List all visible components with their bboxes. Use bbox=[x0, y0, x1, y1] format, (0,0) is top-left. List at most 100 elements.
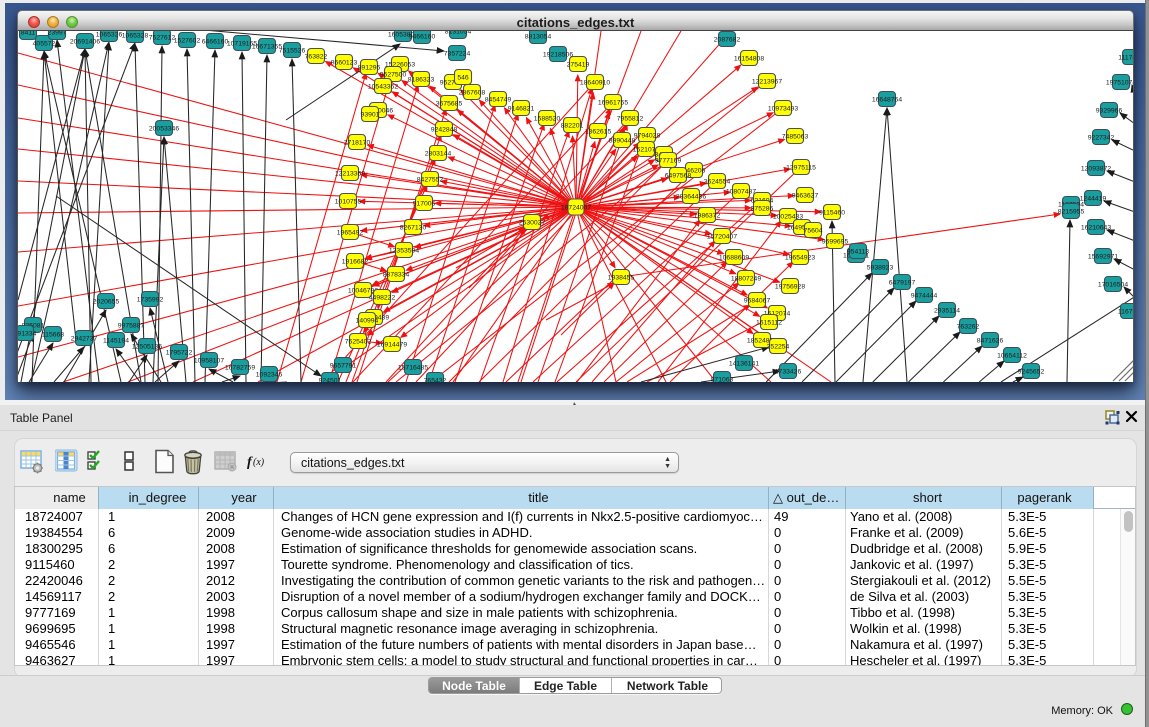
svg-text:1010755: 1010755 bbox=[335, 199, 362, 206]
svg-text:1615112: 1615112 bbox=[756, 320, 782, 327]
svg-text:3624554: 3624554 bbox=[704, 179, 731, 186]
svg-text:9463627: 9463627 bbox=[792, 193, 819, 200]
svg-text:20691406: 20691406 bbox=[70, 39, 100, 46]
svg-text:275419: 275419 bbox=[567, 62, 590, 69]
svg-text:16671355: 16671355 bbox=[252, 44, 282, 51]
svg-text:2935114: 2935114 bbox=[934, 308, 960, 315]
svg-text:20053346: 20053346 bbox=[149, 126, 179, 133]
svg-text:9474444: 9474444 bbox=[911, 293, 938, 300]
svg-text:16210643: 16210643 bbox=[1081, 225, 1111, 232]
svg-text:6479197: 6479197 bbox=[889, 280, 916, 287]
svg-text:871063: 871063 bbox=[711, 377, 734, 383]
svg-text:19756928: 19756928 bbox=[775, 284, 805, 291]
svg-text:9794028: 9794028 bbox=[634, 133, 661, 140]
svg-text:75604: 75604 bbox=[804, 228, 823, 235]
svg-text:19218506: 19218506 bbox=[543, 52, 573, 59]
svg-text:7515526: 7515526 bbox=[279, 48, 306, 55]
svg-text:1965492: 1965492 bbox=[337, 230, 364, 237]
svg-text:2942737: 2942737 bbox=[71, 336, 98, 343]
svg-text:8471626: 8471626 bbox=[977, 338, 1004, 345]
svg-text:10688609: 10688609 bbox=[719, 255, 749, 262]
svg-text:8411: 8411 bbox=[21, 31, 36, 37]
svg-text:15720407: 15720407 bbox=[707, 234, 737, 241]
svg-text:7357224: 7357224 bbox=[444, 51, 471, 58]
svg-text:1527602: 1527602 bbox=[174, 38, 201, 45]
svg-text:7527612: 7527612 bbox=[149, 35, 176, 42]
svg-text:10654112: 10654112 bbox=[997, 353, 1027, 360]
svg-text:1735992: 1735992 bbox=[137, 297, 164, 304]
svg-text:10973493: 10973493 bbox=[768, 106, 798, 113]
svg-text:9245652: 9245652 bbox=[1018, 369, 1045, 376]
svg-text:16648764: 16648764 bbox=[872, 97, 902, 104]
svg-text:7986372: 7986372 bbox=[694, 213, 721, 220]
svg-text:10543362: 10543362 bbox=[368, 84, 398, 91]
svg-text:882201: 882201 bbox=[561, 123, 584, 130]
svg-text:1795722: 1795722 bbox=[166, 350, 193, 357]
svg-text:8878334: 8878334 bbox=[383, 272, 410, 279]
svg-text:115668: 115668 bbox=[42, 332, 64, 339]
svg-text:140994: 140994 bbox=[356, 318, 379, 325]
svg-text:14136141: 14136141 bbox=[729, 361, 759, 368]
svg-text:19751074: 19751074 bbox=[1106, 80, 1134, 87]
svg-text:1362615: 1362615 bbox=[585, 129, 612, 136]
svg-text:12505135: 12505135 bbox=[132, 344, 162, 351]
svg-text:391334: 391334 bbox=[18, 331, 37, 338]
svg-text:(x): (x) bbox=[253, 457, 265, 468]
svg-text:12213967: 12213967 bbox=[752, 79, 782, 86]
svg-text:4498222: 4498222 bbox=[369, 295, 396, 302]
svg-text:8267130: 8267130 bbox=[400, 225, 427, 232]
svg-text:9242848: 9242848 bbox=[431, 127, 458, 134]
svg-text:9975887: 9975887 bbox=[118, 323, 145, 330]
svg-text:12093872: 12093872 bbox=[1081, 166, 1111, 173]
svg-text:1117404: 1117404 bbox=[1118, 55, 1134, 62]
svg-text:765432: 765432 bbox=[424, 378, 447, 383]
svg-text:9146821: 9146821 bbox=[508, 106, 535, 113]
svg-text:763262: 763262 bbox=[957, 324, 980, 331]
svg-text:2718170: 2718170 bbox=[344, 140, 371, 147]
svg-text:15716485: 15716485 bbox=[398, 365, 428, 372]
svg-text:9329966: 9329966 bbox=[1096, 108, 1123, 115]
svg-text:2087682: 2087682 bbox=[714, 37, 741, 44]
svg-text:18807249: 18807249 bbox=[731, 276, 761, 283]
svg-text:9684067: 9684067 bbox=[744, 298, 771, 305]
svg-text:8990448: 8990448 bbox=[609, 138, 636, 145]
svg-text:16914479: 16914479 bbox=[377, 342, 407, 349]
svg-text:2803144: 2803144 bbox=[425, 151, 452, 158]
svg-text:7955812: 7955812 bbox=[617, 116, 644, 123]
svg-text:9466160: 9466160 bbox=[409, 34, 436, 41]
svg-text:9699695: 9699695 bbox=[822, 239, 849, 246]
svg-text:2867608: 2867608 bbox=[459, 90, 486, 97]
svg-text:891295: 891295 bbox=[358, 65, 381, 72]
svg-text:2020655: 2020655 bbox=[93, 299, 120, 306]
svg-text:8427552: 8427552 bbox=[417, 177, 444, 184]
svg-text:8131054: 8131054 bbox=[445, 31, 472, 36]
svg-text:1065328: 1065328 bbox=[122, 33, 149, 40]
svg-text:1733426: 1733426 bbox=[775, 369, 802, 376]
svg-text:546: 546 bbox=[457, 75, 469, 82]
svg-text:12975115: 12975115 bbox=[786, 165, 816, 172]
svg-text:975286: 975286 bbox=[751, 206, 774, 213]
svg-text:9115460: 9115460 bbox=[819, 210, 845, 217]
svg-text:23997: 23997 bbox=[48, 31, 67, 37]
svg-text:2530027: 2530027 bbox=[519, 220, 546, 227]
svg-text:9227342: 9227342 bbox=[1088, 135, 1115, 142]
svg-text:9527500: 9527500 bbox=[380, 72, 407, 79]
svg-text:93901: 93901 bbox=[361, 112, 380, 119]
svg-text:12213369: 12213369 bbox=[335, 171, 365, 178]
svg-text:5938923: 5938923 bbox=[867, 265, 894, 272]
svg-text:18724007: 18724007 bbox=[561, 205, 591, 212]
svg-text:1092346: 1092346 bbox=[256, 372, 283, 379]
svg-text:17016504: 17016504 bbox=[1098, 282, 1128, 289]
svg-text:763822: 763822 bbox=[305, 54, 328, 61]
svg-text:8215955: 8215955 bbox=[1058, 209, 1085, 216]
svg-text:16961755: 16961755 bbox=[598, 100, 628, 107]
svg-text:405572: 405572 bbox=[33, 41, 56, 48]
svg-text:18640910: 18640910 bbox=[580, 80, 610, 87]
svg-text:10807487: 10807487 bbox=[726, 189, 756, 196]
svg-text:8186323: 8186323 bbox=[408, 77, 435, 84]
svg-text:12353594: 12353594 bbox=[389, 248, 419, 255]
svg-text:924501: 924501 bbox=[319, 378, 342, 383]
svg-text:1916682: 1916682 bbox=[342, 259, 369, 266]
svg-text:1065326: 1065326 bbox=[96, 32, 123, 39]
svg-text:10958107: 10958107 bbox=[194, 358, 224, 365]
